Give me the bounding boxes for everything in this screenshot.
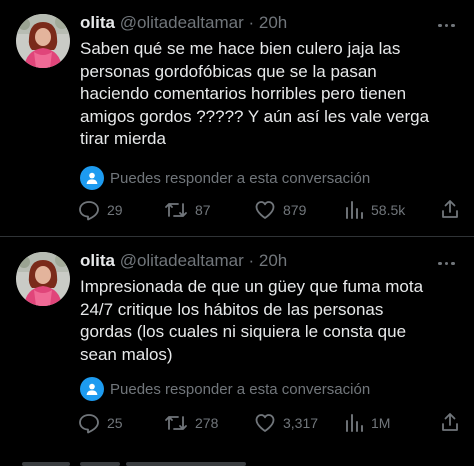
retweet-count: 87 xyxy=(195,202,211,218)
tweet[interactable]: olita @olitadealtamar · 20h Saben qué se… xyxy=(0,0,474,237)
views-button[interactable]: 58.5k xyxy=(344,198,405,222)
views-count: 1M xyxy=(371,415,391,431)
more-dots-icon[interactable] xyxy=(438,252,460,266)
retweet-arrows-icon xyxy=(165,203,187,217)
avatar[interactable] xyxy=(16,14,70,68)
bar-chart-icon xyxy=(346,414,363,432)
retweet-button[interactable]: 87 xyxy=(164,198,211,222)
retweet-count: 278 xyxy=(195,415,219,431)
share-button[interactable] xyxy=(440,411,460,438)
tweet-header: olita @olitadealtamar · 20h xyxy=(80,250,287,272)
reply-count: 25 xyxy=(107,415,123,431)
tweet-text: Impresionada de que un güey que fuma mot… xyxy=(80,277,424,364)
like-button[interactable]: 3,317 xyxy=(254,411,318,435)
author-name[interactable]: olita xyxy=(80,251,115,270)
person-icon xyxy=(80,166,104,190)
like-count: 3,317 xyxy=(283,415,319,431)
bar-chart-icon xyxy=(346,201,363,219)
reply-notice: Puedes responder a esta conversación xyxy=(80,165,370,191)
reply-notice-text: Puedes responder a esta conversación xyxy=(110,380,371,398)
author-handle[interactable]: @olitadealtamar xyxy=(120,13,244,32)
like-button[interactable]: 879 xyxy=(254,198,306,222)
share-arrow-icon xyxy=(442,413,458,431)
views-button[interactable]: 1M xyxy=(344,411,390,435)
tweet-actions: 29 87 879 58.5k xyxy=(78,198,468,222)
retweet-arrows-icon xyxy=(165,416,187,430)
tweet-actions: 25 278 3,317 1M xyxy=(78,411,468,435)
share-arrow-icon xyxy=(442,200,458,218)
author-name[interactable]: olita xyxy=(80,13,115,32)
retweet-button[interactable]: 278 xyxy=(164,411,218,435)
share-button[interactable] xyxy=(440,198,460,225)
reply-notice: Puedes responder a esta conversación xyxy=(80,376,370,402)
tweet-divider xyxy=(0,236,474,237)
next-tweet-peek xyxy=(0,462,474,466)
separator-dot: · xyxy=(248,251,255,270)
reply-button[interactable]: 29 xyxy=(78,198,123,222)
more-dots-icon[interactable] xyxy=(438,14,460,28)
tweet[interactable]: olita @olitadealtamar · 20h Impresionada… xyxy=(0,238,474,466)
person-icon xyxy=(80,377,104,401)
reply-button[interactable]: 25 xyxy=(78,411,123,435)
reply-count: 29 xyxy=(107,202,123,218)
tweet-text: Saben qué se me hace bien culero jaja la… xyxy=(80,39,430,149)
reply-notice-text: Puedes responder a esta conversación xyxy=(110,169,371,187)
timestamp[interactable]: 20h xyxy=(259,251,287,270)
tweet-header: olita @olitadealtamar · 20h xyxy=(80,12,287,34)
separator-dot: · xyxy=(248,13,255,32)
timestamp[interactable]: 20h xyxy=(259,13,287,32)
heart-icon xyxy=(255,414,275,432)
heart-icon xyxy=(255,201,275,219)
speech-bubble-icon xyxy=(79,201,99,221)
avatar[interactable] xyxy=(16,252,70,306)
author-handle[interactable]: @olitadealtamar xyxy=(120,251,244,270)
like-count: 879 xyxy=(283,202,307,218)
views-count: 58.5k xyxy=(371,202,406,218)
speech-bubble-icon xyxy=(79,414,99,434)
